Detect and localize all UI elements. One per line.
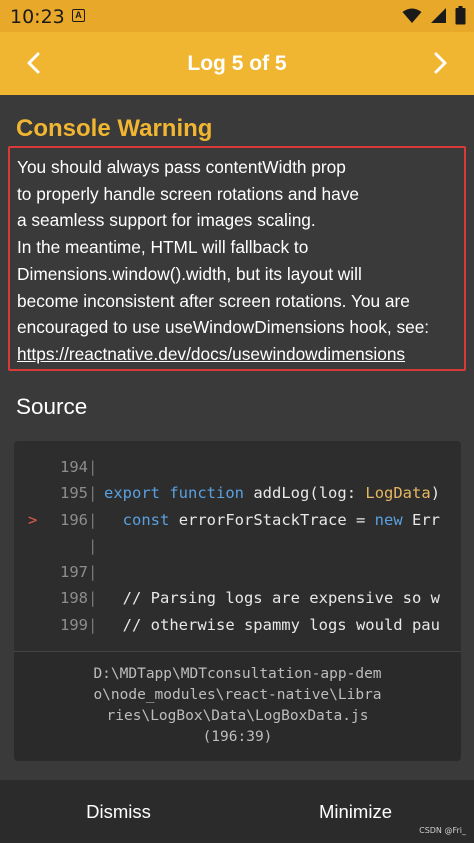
gutter: | — [88, 458, 98, 476]
code-comment: // Parsing logs are expensive so w — [104, 589, 440, 608]
code-line: | — [14, 534, 461, 560]
code-token: ( — [309, 484, 319, 503]
code-token: log — [318, 484, 347, 503]
code-keyword: function — [169, 484, 244, 503]
code-line: 194 | — [14, 455, 461, 481]
code-line: 197 | — [14, 560, 461, 586]
warning-message: You should always pass contentWidth prop… — [17, 154, 464, 368]
error-marker: > — [28, 510, 38, 529]
battery-icon — [455, 6, 466, 30]
log-counter-title: Log 5 of 5 — [187, 52, 287, 75]
log-content[interactable]: Console Warning You should always pass c… — [0, 95, 474, 780]
code-keyword: new — [374, 510, 403, 529]
footer-actions: Dismiss Minimize — [0, 780, 474, 843]
gutter: | — [88, 615, 98, 634]
line-number: 194 — [60, 458, 88, 476]
dismiss-button[interactable]: Dismiss — [0, 780, 237, 843]
wifi-icon — [402, 8, 422, 29]
signal-icon — [430, 7, 447, 29]
code-lines: 194 | 195 | export function addLog(log: … — [14, 455, 461, 639]
line-number: 197 — [60, 563, 88, 582]
status-bar: 10:23 A — [0, 0, 474, 32]
code-line: 199 | // otherwise spammy logs would pau — [14, 613, 461, 639]
code-token: = — [346, 510, 375, 529]
line-number: 198 — [60, 589, 88, 608]
line-number: 199 — [60, 615, 88, 634]
code-type: LogData — [365, 484, 431, 503]
code-line: 195 | export function addLog(log: LogDat… — [14, 481, 461, 507]
line-number: 196 — [60, 510, 88, 529]
code-token: : — [346, 484, 366, 503]
watermark: CSDN @Fri_ — [419, 826, 466, 835]
source-file-path: D:\MDTapp\MDTconsultation-app-dem o\node… — [93, 666, 382, 745]
next-log-button[interactable] — [425, 48, 455, 78]
gutter: | — [88, 563, 98, 582]
code-keyword: export — [104, 484, 160, 503]
notification-icon: A — [72, 9, 85, 22]
code-line: 198 | // Parsing logs are expensive so w — [14, 586, 461, 612]
gutter: | — [88, 536, 98, 555]
code-keyword: const — [122, 510, 170, 529]
code-frame[interactable]: 194 | 195 | export function addLog(log: … — [14, 441, 461, 761]
code-line: > 196 | const errorForStackTrace = new E… — [14, 508, 461, 534]
code-token: addLog — [253, 484, 310, 503]
gutter: | — [88, 510, 98, 529]
status-time: 10:23 — [10, 6, 65, 28]
log-header: Log 5 of 5 — [0, 32, 474, 95]
line-number: 195 — [60, 484, 88, 503]
gutter: | — [88, 484, 98, 503]
docs-link[interactable]: https://reactnative.dev/docs/usewindowdi… — [17, 344, 405, 364]
code-token: ) — [430, 484, 441, 503]
code-comment: // otherwise spammy logs would pau — [104, 615, 440, 634]
gutter: | — [88, 589, 98, 608]
warning-message-box: You should always pass contentWidth prop… — [8, 146, 466, 371]
code-token: Err — [412, 510, 441, 529]
warning-title: Console Warning — [16, 115, 213, 142]
chevron-right-icon — [434, 52, 447, 74]
source-title: Source — [16, 394, 88, 419]
status-icons — [402, 6, 466, 30]
code-text: export function addLog(log: LogData) — [104, 484, 440, 502]
code-token: errorForStackTrace — [178, 510, 347, 529]
warning-message-text: You should always pass contentWidth prop… — [17, 157, 430, 338]
code-text: const errorForStackTrace = new Err — [104, 511, 440, 529]
source-location-button[interactable]: D:\MDTapp\MDTconsultation-app-dem o\node… — [14, 651, 461, 761]
